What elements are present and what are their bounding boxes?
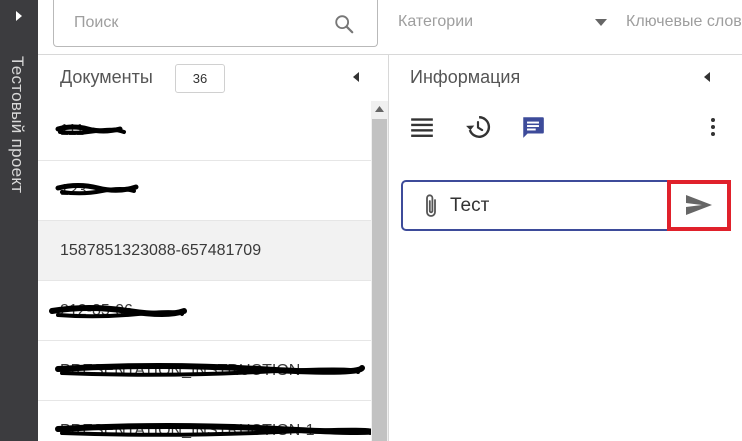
keywords-dropdown[interactable]: Ключевые слова xyxy=(626,12,742,34)
comment-icon[interactable] xyxy=(520,114,546,140)
list-item[interactable]: 123 xyxy=(38,161,371,221)
categories-label: Категории xyxy=(398,13,474,30)
list-item[interactable]: PRESENTATION_INSTRUCTION xyxy=(38,341,371,401)
attachment-icon[interactable] xyxy=(420,192,442,220)
list-icon[interactable] xyxy=(409,114,435,140)
documents-panel: Документы 36 111 123 1587851323088-65748… xyxy=(38,54,389,441)
project-title: Тестовый проект xyxy=(8,56,27,194)
redaction-mark xyxy=(49,305,187,319)
document-name: 1587851323088-657481709 xyxy=(60,242,262,259)
project-sidebar[interactable]: Тестовый проект xyxy=(0,0,38,441)
search-field[interactable] xyxy=(53,0,378,47)
list-item-selected[interactable]: 1587851323088-657481709 xyxy=(38,221,371,281)
history-icon[interactable] xyxy=(465,114,491,140)
collapse-left-icon[interactable] xyxy=(350,71,362,83)
more-vert-icon[interactable] xyxy=(701,115,725,139)
send-button[interactable] xyxy=(667,180,731,231)
keywords-label: Ключевые слова xyxy=(626,13,742,30)
documents-title: Документы xyxy=(60,67,153,87)
scrollbar-thumb[interactable] xyxy=(372,119,387,441)
list-item[interactable]: 212-85-06 xyxy=(38,281,371,341)
send-icon xyxy=(686,195,712,215)
redaction-mark xyxy=(55,183,139,196)
search-input[interactable] xyxy=(74,12,324,34)
collapse-left-icon[interactable] xyxy=(701,71,713,83)
information-panel: Информация xyxy=(389,54,742,441)
scroll-up-icon[interactable] xyxy=(375,105,384,113)
list-item[interactable]: PRESENTATION_INSTRUCTION-1 xyxy=(38,401,371,441)
search-icon[interactable] xyxy=(333,13,355,35)
documents-list: 111 123 1587851323088-657481709 212-85-0… xyxy=(38,101,371,441)
list-item[interactable]: 111 xyxy=(38,101,371,161)
documents-count-badge: 36 xyxy=(175,64,225,93)
top-toolbar: Категории Ключевые слова xyxy=(38,0,742,54)
comment-input[interactable] xyxy=(450,194,650,218)
chevron-down-icon[interactable] xyxy=(594,16,608,30)
app-window: Тестовый проект Категории Ключевые слова… xyxy=(0,0,742,441)
redaction-mark xyxy=(55,363,365,377)
redaction-mark xyxy=(55,423,371,437)
documents-scrollbar[interactable] xyxy=(371,101,388,441)
categories-dropdown[interactable]: Категории xyxy=(398,12,613,34)
redaction-mark xyxy=(55,124,126,135)
comment-input-box xyxy=(401,180,731,231)
information-title: Информация xyxy=(410,67,521,87)
expand-sidebar-icon[interactable] xyxy=(12,9,26,23)
documents-header: Документы 36 xyxy=(38,55,388,101)
